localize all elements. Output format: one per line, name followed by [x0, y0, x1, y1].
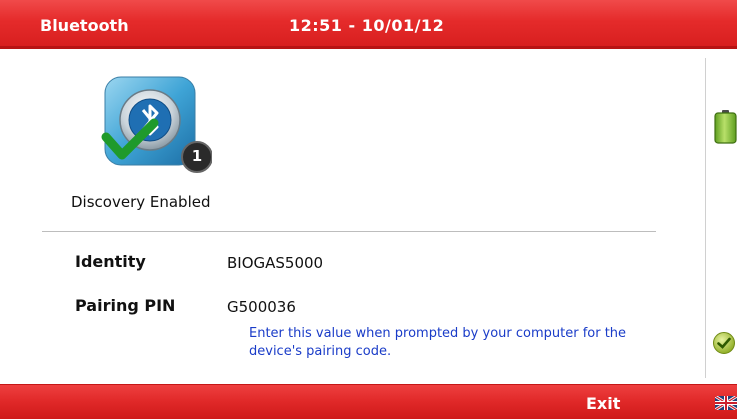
side-divider	[705, 58, 706, 378]
identity-value: BIOGAS5000	[227, 254, 324, 272]
pairing-pin-label: Pairing PIN	[75, 296, 176, 315]
check-ok-icon	[713, 332, 735, 354]
battery-full-icon	[714, 110, 737, 144]
pairing-pin-value: G500036	[227, 298, 296, 316]
uk-flag-icon[interactable]	[715, 396, 737, 410]
exit-button[interactable]: Exit	[586, 394, 620, 413]
clock: 12:51 - 10/01/12	[289, 16, 445, 35]
device-count-badge: 1	[191, 147, 203, 165]
title-bar: Bluetooth 12:51 - 10/01/12	[0, 0, 737, 49]
page-title: Bluetooth	[40, 16, 129, 35]
pairing-pin-note: Enter this value when prompted by your c…	[249, 326, 627, 359]
section-divider	[42, 231, 656, 232]
footer-bar: Exit	[0, 384, 737, 419]
discovery-status: Discovery Enabled	[71, 193, 211, 211]
identity-label: Identity	[75, 252, 146, 271]
